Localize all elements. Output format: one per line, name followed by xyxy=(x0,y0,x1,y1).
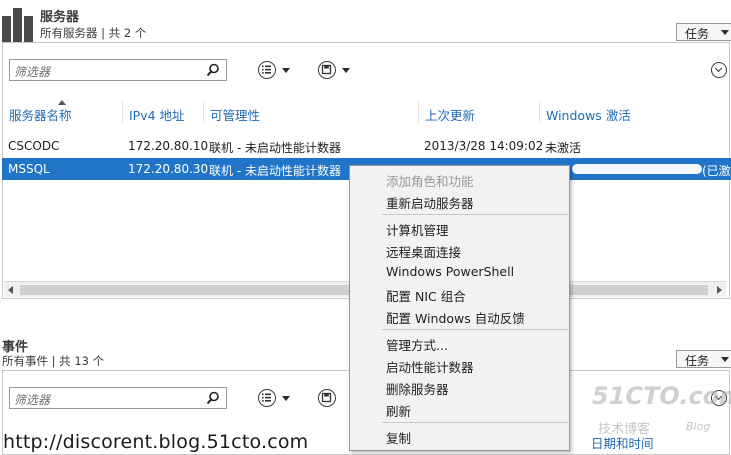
menu-separator xyxy=(382,214,568,215)
events-subtitle: 所有事件 | 共 13 个 xyxy=(2,354,105,368)
list-options-button[interactable] xyxy=(258,387,294,409)
server-status: 联机 - 未启动性能计数器 xyxy=(209,141,341,155)
table-row[interactable]: CSCODC 172.20.80.10 联机 - 未启动性能计数器 2013/3… xyxy=(2,135,731,157)
servers-subtitle: 所有服务器 | 共 2 个 xyxy=(40,26,147,40)
column-separator xyxy=(539,101,540,123)
scroll-right-icon[interactable] xyxy=(717,286,722,294)
menu-item-windows-feedback[interactable]: 配置 Windows 自动反馈 xyxy=(350,305,569,327)
search-icon[interactable] xyxy=(206,63,220,77)
save-icon xyxy=(318,61,336,79)
tasks-label: 任务 xyxy=(685,27,710,41)
redacted-activation-key xyxy=(572,164,702,174)
server-name: CSCODC xyxy=(8,139,60,153)
column-header-manageability[interactable]: 可管理性 xyxy=(210,105,260,124)
menu-separator xyxy=(382,329,568,330)
servers-icon xyxy=(2,8,33,42)
menu-item-label: 配置 NIC 组合 xyxy=(386,289,466,304)
events-filter-input[interactable]: 筛选器 xyxy=(9,387,227,409)
column-header-last-update[interactable]: 上次更新 xyxy=(425,105,475,124)
watermark-blog: Blog xyxy=(686,420,711,433)
menu-item-powershell[interactable]: Windows PowerShell xyxy=(350,261,569,283)
watermark-tagline: 技术博客 xyxy=(598,422,651,437)
menu-item-manage-as[interactable]: 管理方式... xyxy=(350,332,569,354)
chevron-down-icon xyxy=(282,396,290,401)
chevron-down-icon xyxy=(721,357,729,362)
expand-panel-icon[interactable] xyxy=(711,62,727,78)
menu-item-refresh[interactable]: 刷新 xyxy=(350,398,569,420)
menu-item-label: 复制 xyxy=(386,431,412,446)
servers-title: 服务器 xyxy=(40,10,80,25)
list-options-button[interactable] xyxy=(258,59,294,81)
menu-item-nic-teaming[interactable]: 配置 NIC 组合 xyxy=(350,283,569,305)
menu-item-label: 远程桌面连接 xyxy=(386,245,462,260)
menu-item-remove-server[interactable]: 删除服务器 xyxy=(350,376,569,398)
server-activation: (已激 xyxy=(702,164,731,178)
menu-item-label: 刷新 xyxy=(386,404,412,419)
chevron-down-icon xyxy=(282,68,290,73)
menu-item-label: 管理方式... xyxy=(386,338,448,353)
menu-item-computer-management[interactable]: 计算机管理 xyxy=(350,217,569,239)
server-activation: 未激活 xyxy=(545,141,582,155)
menu-item-copy[interactable]: 复制 xyxy=(350,425,569,447)
server-status: 联机 - 未启动性能计数器 xyxy=(209,164,341,178)
column-separator xyxy=(418,101,419,123)
list-icon xyxy=(258,389,276,407)
search-icon[interactable] xyxy=(206,391,220,405)
menu-item-label: 计算机管理 xyxy=(386,223,449,238)
menu-item-label: 启动性能计数器 xyxy=(386,360,474,375)
filter-placeholder: 筛选器 xyxy=(14,393,51,407)
server-ip: 172.20.80.30 xyxy=(128,162,209,176)
sort-up-icon xyxy=(58,100,66,105)
chevron-down-icon xyxy=(721,30,729,35)
menu-item-remote-desktop[interactable]: 远程桌面连接 xyxy=(350,239,569,261)
menu-item-label: 重新启动服务器 xyxy=(386,196,474,211)
list-icon xyxy=(258,61,276,79)
server-ip: 172.20.80.10 xyxy=(128,139,209,153)
scroll-left-icon[interactable] xyxy=(8,286,13,294)
filter-placeholder: 筛选器 xyxy=(14,65,51,79)
column-header-server-name[interactable]: 服务器名称 xyxy=(9,105,72,124)
menu-item-label: 删除服务器 xyxy=(386,382,449,397)
menu-separator xyxy=(382,422,568,423)
watermark-url: http://discorent.blog.51cto.com xyxy=(3,431,309,453)
column-header-ipv4[interactable]: IPv4 地址 xyxy=(129,105,185,124)
servers-filter-input[interactable]: 筛选器 xyxy=(9,59,227,81)
server-last-update: 2013/3/28 14:09:02 xyxy=(424,139,544,153)
save-query-button[interactable] xyxy=(318,59,354,81)
column-separator xyxy=(122,101,123,123)
server-name: MSSQL xyxy=(8,162,50,176)
menu-item-restart-server[interactable]: 重新启动服务器 xyxy=(350,190,569,212)
context-menu: 添加角色和功能 重新启动服务器 计算机管理 远程桌面连接 Windows Pow… xyxy=(349,165,570,451)
menu-item-label: Windows PowerShell xyxy=(386,264,515,279)
menu-item-label: 添加角色和功能 xyxy=(386,174,474,189)
column-header-windows-activation[interactable]: Windows 激活 xyxy=(546,105,631,124)
servers-tasks-button[interactable]: 任务 xyxy=(676,23,731,41)
watermark-logo: 51CTO.com xyxy=(592,382,731,410)
menu-item-add-roles[interactable]: 添加角色和功能 xyxy=(350,168,569,190)
tasks-label: 任务 xyxy=(685,354,710,368)
menu-item-start-perf-counters[interactable]: 启动性能计数器 xyxy=(350,354,569,376)
menu-item-label: 配置 Windows 自动反馈 xyxy=(386,311,525,326)
events-tasks-button[interactable]: 任务 xyxy=(676,350,731,368)
chevron-down-icon xyxy=(342,68,350,73)
column-separator xyxy=(203,101,204,123)
save-icon xyxy=(318,389,336,407)
